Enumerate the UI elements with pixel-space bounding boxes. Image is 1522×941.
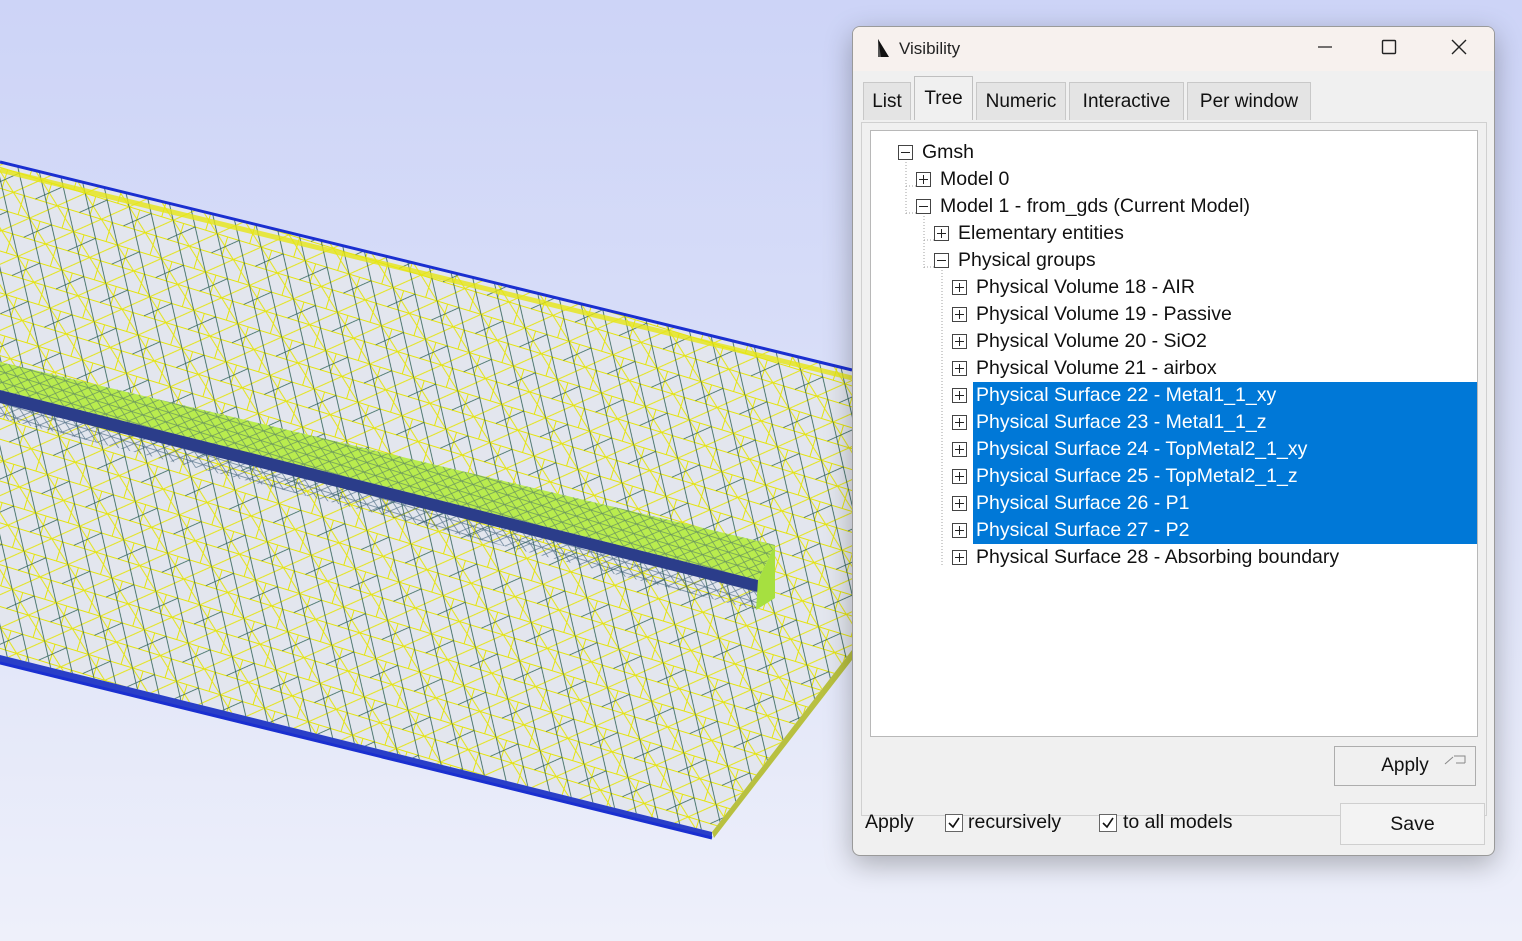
collapse-icon[interactable] [898, 145, 913, 160]
apply-button[interactable]: Apply [1334, 746, 1476, 786]
tree-panel: Gmsh Model 0 Model 1 - from_gds (Current… [861, 122, 1487, 816]
tree-row-selected[interactable]: Physical Surface 24 - TopMetal2_1_xy [871, 436, 1477, 463]
all-models-label[interactable]: to all models [1123, 811, 1232, 834]
tree-row[interactable]: Physical Volume 21 - airbox [871, 355, 1477, 382]
tab-list[interactable]: List [863, 82, 911, 120]
visibility-dialog: Visibility List Tree Numeric Interactive… [852, 26, 1495, 856]
tree-row[interactable]: Physical groups [871, 247, 1477, 274]
expand-icon[interactable] [952, 415, 967, 430]
entity-tree[interactable]: Gmsh Model 0 Model 1 - from_gds (Current… [870, 130, 1478, 737]
apply-button-label: Apply [1381, 755, 1429, 776]
close-button[interactable] [1427, 27, 1491, 71]
tree-row-selected[interactable]: Physical Surface 25 - TopMetal2_1_z [871, 463, 1477, 490]
maximize-icon [1381, 39, 1397, 60]
minimize-button[interactable] [1293, 27, 1357, 71]
maximize-button[interactable] [1357, 27, 1421, 71]
tab-tree[interactable]: Tree [914, 76, 973, 120]
expand-icon[interactable] [934, 226, 949, 241]
tab-numeric[interactable]: Numeric [976, 82, 1066, 120]
tree-row-selected[interactable]: Physical Surface 22 - Metal1_1_xy [871, 382, 1477, 409]
expand-icon[interactable] [952, 442, 967, 457]
tree-row[interactable]: Physical Volume 18 - AIR [871, 274, 1477, 301]
expand-icon[interactable] [952, 280, 967, 295]
tree-row[interactable]: Model 0 [871, 166, 1477, 193]
tree-row[interactable]: Physical Volume 19 - Passive [871, 301, 1477, 328]
tree-row-selected[interactable]: Physical Surface 27 - P2 [871, 517, 1477, 544]
minimize-icon [1317, 39, 1333, 60]
collapse-icon[interactable] [916, 199, 931, 214]
expand-icon[interactable] [952, 388, 967, 403]
tree-row[interactable]: Model 1 - from_gds (Current Model) [871, 193, 1477, 220]
tree-row[interactable]: Physical Surface 28 - Absorbing boundary [871, 544, 1477, 571]
expand-icon[interactable] [952, 523, 967, 538]
tree-row-selected[interactable]: Physical Surface 26 - P1 [871, 490, 1477, 517]
tree-row[interactable]: Physical Volume 20 - SiO2 [871, 328, 1477, 355]
expand-icon[interactable] [952, 361, 967, 376]
gmsh-icon [871, 37, 893, 59]
expand-icon[interactable] [916, 172, 931, 187]
checkmark-icon [948, 817, 960, 829]
expand-icon[interactable] [952, 334, 967, 349]
collapse-icon[interactable] [934, 253, 949, 268]
expand-icon[interactable] [952, 550, 967, 565]
tree-row-selected[interactable]: Physical Surface 23 - Metal1_1_z [871, 409, 1477, 436]
apply-options-label: Apply [865, 811, 914, 833]
save-button[interactable]: Save [1340, 803, 1485, 845]
close-icon [1450, 38, 1468, 61]
expand-icon[interactable] [952, 496, 967, 511]
tree-row[interactable]: Elementary entities [871, 220, 1477, 247]
return-arrow-icon [1444, 755, 1466, 765]
recursively-label[interactable]: recursively [968, 811, 1061, 834]
recursively-checkbox[interactable] [945, 814, 963, 832]
checkmark-icon [1102, 817, 1114, 829]
window-title: Visibility [899, 39, 961, 58]
expand-icon[interactable] [952, 307, 967, 322]
all-models-checkbox[interactable] [1099, 814, 1117, 832]
tab-interactive[interactable]: Interactive [1069, 82, 1184, 120]
tree-row[interactable]: Gmsh [871, 139, 1477, 166]
expand-icon[interactable] [952, 469, 967, 484]
title-bar[interactable]: Visibility [853, 27, 1494, 71]
tab-per-window[interactable]: Per window [1187, 82, 1311, 120]
